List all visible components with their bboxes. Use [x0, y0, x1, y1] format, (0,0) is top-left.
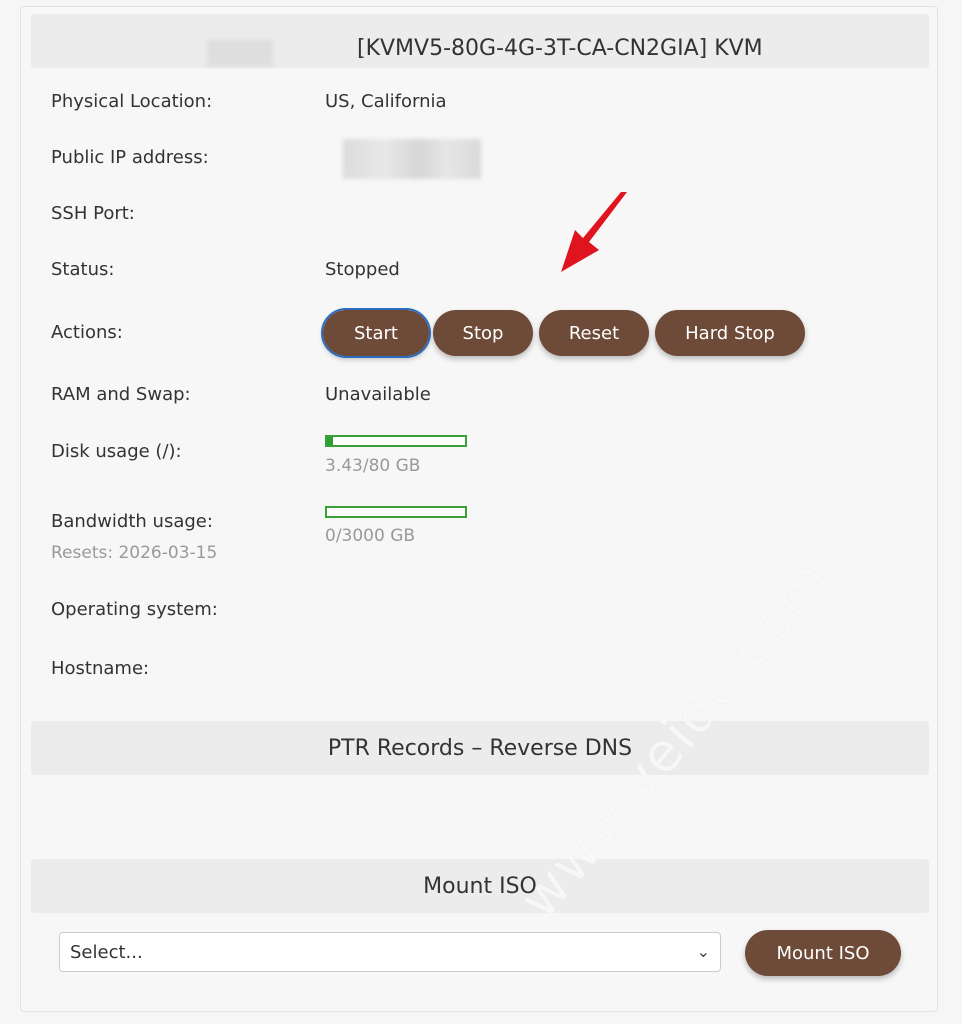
redacted-hostname [207, 40, 273, 66]
reset-button[interactable]: Reset [539, 310, 649, 356]
actions-label: Actions: [51, 322, 123, 343]
bandwidth-usage-bar [325, 506, 467, 518]
hard-stop-button[interactable]: Hard Stop [655, 310, 805, 356]
disk-usage-value: 3.43/80 GB [325, 456, 421, 476]
bandwidth-resets-date: Resets: 2026-03-15 [51, 543, 218, 563]
ptr-records-header: PTR Records – Reverse DNS [31, 721, 929, 775]
ram-value: Unavailable [325, 384, 431, 405]
bandwidth-usage-label: Bandwidth usage: [51, 511, 213, 532]
disk-usage-bar [325, 435, 467, 447]
physical-location-value: US, California [325, 91, 447, 112]
mount-iso-header: Mount ISO [31, 859, 929, 913]
server-title: [KVMV5-80G-4G-3T-CA-CN2GIA] KVM [357, 36, 763, 61]
hostname-label: Hostname: [51, 658, 150, 679]
disk-usage-label: Disk usage (/): [51, 441, 182, 462]
redacted-ip-address [343, 139, 481, 179]
iso-select-dropdown[interactable]: Select... ⌄ [59, 932, 721, 972]
red-arrow-icon [561, 192, 627, 272]
start-button[interactable]: Start [321, 308, 431, 358]
mount-iso-button[interactable]: Mount ISO [745, 930, 901, 976]
stop-button[interactable]: Stop [433, 310, 533, 356]
server-panel: [KVMV5-80G-4G-3T-CA-CN2GIA] KVM Physical… [20, 6, 938, 1012]
status-label: Status: [51, 259, 115, 280]
ssh-port-label: SSH Port: [51, 203, 135, 224]
disk-usage-fill [327, 437, 333, 445]
ram-label: RAM and Swap: [51, 384, 191, 405]
iso-select-value: Select... [70, 941, 143, 963]
server-title-header: [KVMV5-80G-4G-3T-CA-CN2GIA] KVM [31, 14, 929, 68]
bandwidth-usage-value: 0/3000 GB [325, 526, 416, 546]
chevron-down-icon: ⌄ [696, 942, 710, 961]
physical-location-label: Physical Location: [51, 91, 213, 112]
status-value: Stopped [325, 259, 400, 280]
public-ip-label: Public IP address: [51, 147, 209, 168]
operating-system-label: Operating system: [51, 599, 218, 620]
